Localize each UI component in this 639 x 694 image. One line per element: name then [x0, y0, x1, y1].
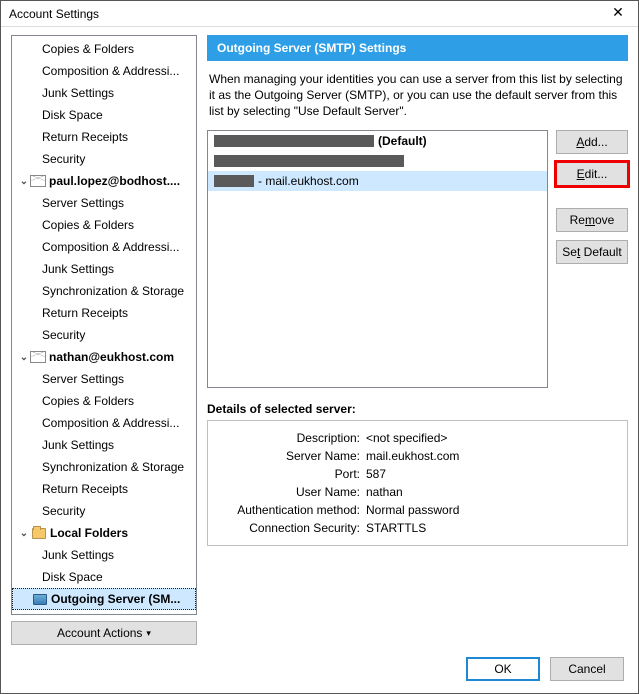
close-button[interactable]: ✕	[598, 1, 638, 27]
tree-item[interactable]: Server Settings	[12, 192, 196, 214]
tree-item[interactable]: Copies & Folders	[12, 38, 196, 60]
dialog-footer: OK Cancel	[1, 645, 638, 693]
chevron-down-icon: ⌄	[18, 528, 30, 539]
account-tree-scroll[interactable]: Copies & Folders Composition & Addressi.…	[12, 36, 196, 614]
remove-button[interactable]: Remove	[556, 208, 628, 232]
cancel-button[interactable]: Cancel	[550, 657, 624, 681]
tree-item[interactable]: Junk Settings	[12, 544, 196, 566]
tree-item[interactable]: Composition & Addressi...	[12, 60, 196, 82]
tree-item[interactable]: Server Settings	[12, 368, 196, 390]
tree-item[interactable]: Return Receipts	[12, 302, 196, 324]
tree-item[interactable]: Junk Settings	[12, 258, 196, 280]
tree-item[interactable]: Return Receipts	[12, 478, 196, 500]
tree-item[interactable]: Security	[12, 324, 196, 346]
sidebar: Copies & Folders Composition & Addressi.…	[11, 35, 197, 645]
server-row: (Default) - mail.eukhost.com Add... Edit…	[207, 130, 628, 388]
tree-account[interactable]: ⌄ paul.lopez@bodhost....	[12, 170, 196, 192]
envelope-icon	[30, 351, 46, 363]
tree-item[interactable]: Return Receipts	[12, 126, 196, 148]
smtp-server-item[interactable]	[208, 151, 547, 171]
server-suffix: (Default)	[378, 134, 427, 148]
tree-item[interactable]: Copies & Folders	[12, 214, 196, 236]
tree-item[interactable]: Disk Space	[12, 104, 196, 126]
dropdown-icon: ▾	[146, 628, 151, 639]
tree-local-folders[interactable]: ⌄ Local Folders	[12, 522, 196, 544]
envelope-icon	[30, 175, 46, 187]
chevron-down-icon: ⌄	[18, 176, 30, 187]
account-tree: Copies & Folders Composition & Addressi.…	[11, 35, 197, 615]
main-panel: Outgoing Server (SMTP) Settings When man…	[207, 35, 628, 645]
tree-item[interactable]: Composition & Addressi...	[12, 412, 196, 434]
panel-title: Outgoing Server (SMTP) Settings	[207, 35, 628, 61]
add-button[interactable]: Add...	[556, 130, 628, 154]
detail-row: Description:<not specified>	[218, 429, 617, 447]
detail-row: Server Name:mail.eukhost.com	[218, 447, 617, 465]
detail-row: Port:587	[218, 465, 617, 483]
ok-button[interactable]: OK	[466, 657, 540, 681]
tree-item[interactable]: Junk Settings	[12, 82, 196, 104]
window-title: Account Settings	[9, 7, 598, 21]
detail-row: User Name:nathan	[218, 483, 617, 501]
tree-account[interactable]: ⌄ nathan@eukhost.com	[12, 346, 196, 368]
smtp-server-list[interactable]: (Default) - mail.eukhost.com	[207, 130, 548, 388]
redacted	[214, 135, 374, 147]
detail-row: Connection Security:STARTTLS	[218, 519, 617, 537]
redacted	[214, 155, 404, 167]
details-section: Details of selected server: Description:…	[207, 402, 628, 546]
smtp-server-item-selected[interactable]: - mail.eukhost.com	[208, 171, 547, 191]
tree-item[interactable]: Security	[12, 500, 196, 522]
detail-row: Authentication method:Normal password	[218, 501, 617, 519]
button-column: Add... Edit... Remove Set Default	[556, 130, 628, 388]
details-title: Details of selected server:	[207, 402, 628, 420]
details-box: Description:<not specified> Server Name:…	[207, 420, 628, 546]
tree-item[interactable]: Synchronization & Storage	[12, 456, 196, 478]
tree-item[interactable]: Copies & Folders	[12, 390, 196, 412]
edit-button[interactable]: Edit...	[556, 162, 628, 186]
redacted	[214, 175, 254, 187]
tree-item[interactable]: Disk Space	[12, 566, 196, 588]
smtp-server-item[interactable]: (Default)	[208, 131, 547, 151]
content: Copies & Folders Composition & Addressi.…	[1, 27, 638, 645]
tree-item[interactable]: Composition & Addressi...	[12, 236, 196, 258]
set-default-button[interactable]: Set Default	[556, 240, 628, 264]
server-suffix: - mail.eukhost.com	[258, 174, 359, 188]
tree-item[interactable]: Synchronization & Storage	[12, 280, 196, 302]
chevron-down-icon: ⌄	[18, 352, 30, 363]
panel-description: When managing your identities you can us…	[207, 61, 628, 120]
titlebar: Account Settings ✕	[1, 1, 638, 27]
tree-item[interactable]: Junk Settings	[12, 434, 196, 456]
folder-icon	[32, 528, 46, 539]
account-actions-button[interactable]: Account Actions ▾	[11, 621, 197, 645]
tree-item[interactable]: Security	[12, 148, 196, 170]
smtp-icon	[33, 594, 47, 605]
tree-smtp[interactable]: Outgoing Server (SM...	[12, 588, 196, 610]
